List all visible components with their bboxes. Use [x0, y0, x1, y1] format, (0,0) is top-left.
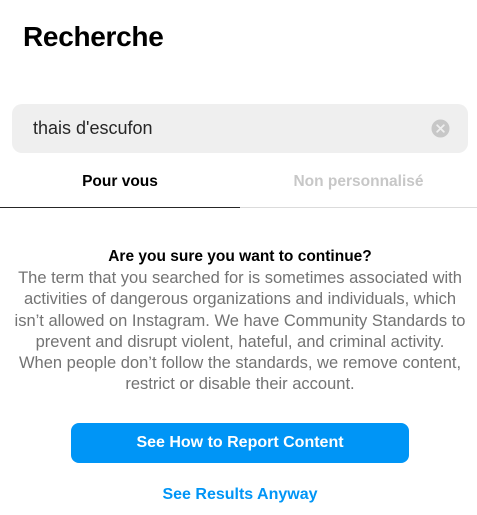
tab-non-personnalise[interactable]: Non personnalisé — [240, 164, 477, 208]
warning-body: The term that you searched for is someti… — [14, 269, 466, 394]
see-results-anyway-button[interactable]: See Results Anyway — [71, 481, 409, 509]
warning-title: Are you sure you want to continue? — [108, 248, 372, 265]
tab-pour-vous[interactable]: Pour vous — [0, 164, 240, 208]
see-how-to-report-content-button[interactable]: See How to Report Content — [71, 423, 409, 463]
page-title: Recherche — [23, 21, 164, 52]
search-query-text[interactable]: thais d'escufon — [33, 104, 153, 153]
sensitive-search-warning: Are you sure you want to continue? The t… — [14, 247, 466, 396]
clear-search-icon[interactable] — [431, 119, 450, 138]
search-input[interactable]: thais d'escufon — [12, 104, 468, 153]
search-tabs: Pour vous Non personnalisé — [0, 164, 477, 208]
